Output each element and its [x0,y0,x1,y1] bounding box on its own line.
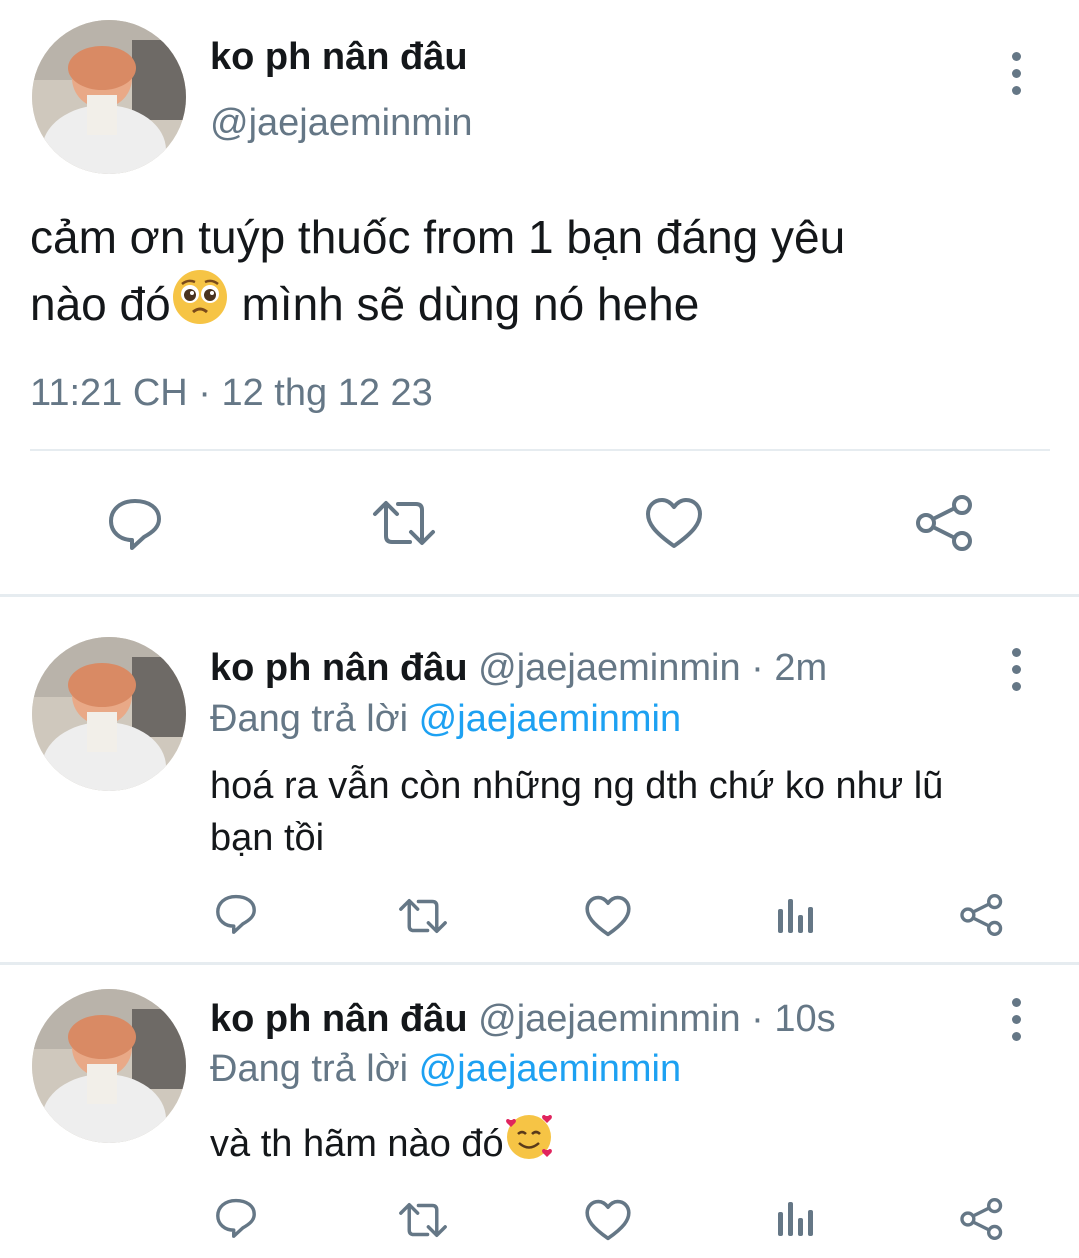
share-icon[interactable] [959,1196,1005,1242]
display-name[interactable]: ko ph nân đâu [210,647,468,689]
handle[interactable]: @jaejaeminmin [478,647,740,689]
display-name[interactable]: ko ph nân đâu [210,36,468,79]
avatar[interactable] [32,989,186,1143]
replying-to: Đang trả lời @jaejaeminmin [210,1048,681,1091]
retweet-icon[interactable] [397,895,449,937]
reply-time[interactable]: · 10s [741,998,836,1040]
tweet-text-line2-b: mình sẽ dùng nó hehe [228,278,700,330]
reply-time[interactable]: · 2m [741,647,827,689]
heart-icon[interactable] [584,1198,632,1242]
reply-text-line1: hoá ra vẫn còn những ng dth chứ ko như l… [210,765,944,807]
stats-icon[interactable] [776,895,816,937]
avatar[interactable] [32,20,186,174]
heart-icon[interactable] [644,496,704,550]
timestamp[interactable]: 11:21 CH · 12 thg 12 23 [30,372,433,415]
tweet-text-line1: cảm ơn tuýp thuốc from 1 bạn đáng yêu [30,211,846,263]
replying-prefix: Đang trả lời [210,698,419,740]
reply-header: ko ph nân đâu @jaejaeminmin · 10s [210,998,836,1041]
heart-icon[interactable] [584,894,632,938]
reply-text: hoá ra vẫn còn những ng dth chứ ko như l… [210,760,943,864]
tweet-text-line2-a: nào đó [30,278,171,330]
handle[interactable]: @jaejaeminmin [210,102,472,145]
share-icon[interactable] [959,892,1005,938]
more-vertical-icon[interactable] [1012,648,1022,699]
more-vertical-icon[interactable] [1012,998,1022,1049]
retweet-icon[interactable] [397,1199,449,1241]
reply-text-line1: và th hãm nào đó [210,1123,504,1165]
handle[interactable]: @jaejaeminmin [478,998,740,1040]
reply-icon[interactable] [214,1196,258,1240]
section-divider [0,962,1079,965]
reply-text: và th hãm nào đó [210,1112,554,1176]
smiling-face-with-hearts-emoji-icon [504,1112,554,1176]
tweet-text: cảm ơn tuýp thuốc from 1 bạn đáng yêu nà… [30,206,1060,341]
replying-to-link[interactable]: @jaejaeminmin [419,1048,681,1090]
stats-icon[interactable] [776,1198,816,1240]
reply-text-line2: bạn tồi [210,817,325,859]
more-vertical-icon[interactable] [1012,52,1022,103]
replying-to: Đang trả lời @jaejaeminmin [210,698,681,741]
share-icon[interactable] [914,493,976,553]
reply-icon[interactable] [214,892,258,936]
reply-icon[interactable] [106,495,164,553]
display-name[interactable]: ko ph nân đâu [210,998,468,1040]
section-divider [0,594,1079,597]
replying-to-link[interactable]: @jaejaeminmin [419,698,681,740]
avatar[interactable] [32,637,186,791]
replying-prefix: Đang trả lời [210,1048,419,1090]
retweet-icon[interactable] [370,496,438,550]
tweet-text-line2: nào đó mình sẽ dùng nó hehe [30,268,1060,341]
reply-header: ko ph nân đâu @jaejaeminmin · 2m [210,647,827,690]
pleading-face-emoji-icon [171,268,229,341]
divider [30,449,1050,451]
